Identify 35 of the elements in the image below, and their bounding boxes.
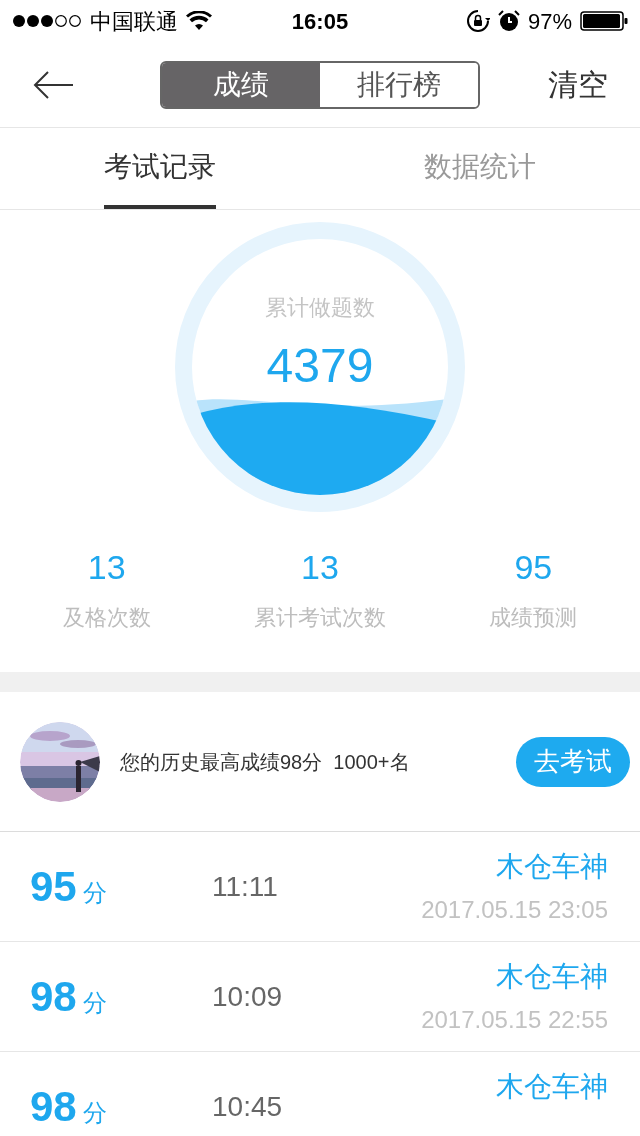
- wifi-icon: [186, 11, 212, 31]
- battery-percent: 97%: [527, 7, 572, 36]
- user-name: 木仓车神: [496, 850, 608, 884]
- stat-label: 累计考试次数: [254, 604, 386, 632]
- best-score-text: 您的历史最高成绩98分 1000+名: [120, 749, 410, 775]
- score-unit: 分: [82, 1098, 107, 1128]
- exam-date: 2017.05.15 23:05: [421, 895, 608, 925]
- back-arrow-icon: [32, 69, 74, 100]
- score-value: 98: [30, 1082, 77, 1132]
- gauge-value: 4379: [266, 342, 374, 390]
- rotation-lock-icon: [465, 9, 490, 33]
- alarm-icon: [497, 10, 520, 32]
- exam-duration: 11:11: [212, 869, 278, 904]
- gauge-label: 累计做题数: [265, 294, 375, 322]
- clear-button[interactable]: 清空: [548, 62, 608, 107]
- user-name: 木仓车神: [496, 1070, 608, 1104]
- tab[interactable]: 考试记录: [104, 128, 216, 209]
- carrier-name: 中国联通: [90, 7, 178, 36]
- stat-value: 13: [87, 547, 126, 588]
- user-name: 木仓车神: [496, 960, 608, 994]
- stat-value: 13: [301, 547, 339, 588]
- stat-value: 95: [514, 547, 553, 588]
- score-value: 98: [30, 972, 77, 1022]
- battery-icon: [580, 11, 628, 31]
- signal-icon: [12, 14, 82, 28]
- stat-label: 成绩预测: [489, 604, 578, 632]
- exam-duration: 10:09: [212, 979, 283, 1014]
- exam-date: 2017.05.15 22:55: [421, 1005, 608, 1035]
- score-unit: 分: [82, 988, 107, 1018]
- status-time: 16:05: [291, 7, 349, 36]
- exam-duration: 10:45: [212, 1089, 283, 1124]
- score-unit: 分: [82, 878, 107, 908]
- stat-label: 及格次数: [62, 604, 151, 632]
- segment-tab[interactable]: 成绩: [162, 62, 320, 107]
- score-value: 95: [30, 862, 77, 912]
